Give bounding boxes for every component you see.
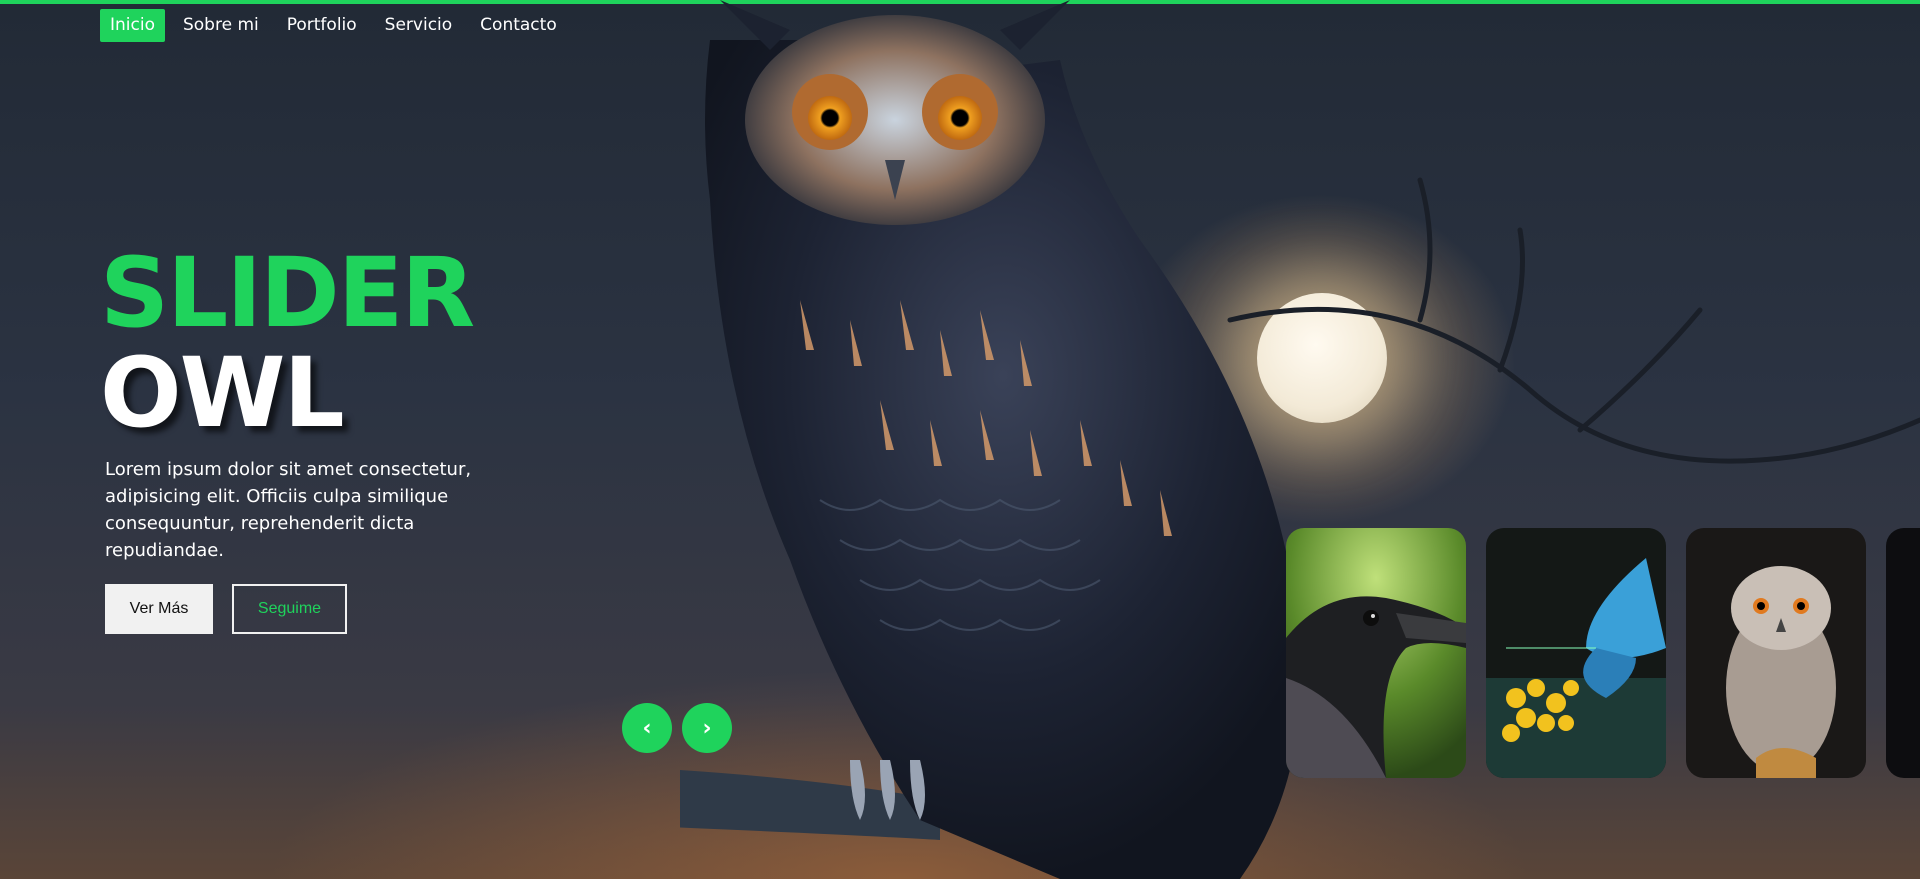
ver-mas-button[interactable]: Ver Más [105, 584, 213, 634]
seguime-button[interactable]: Seguime [232, 584, 347, 634]
hero-description: Lorem ipsum dolor sit amet consectetur, … [105, 459, 472, 561]
butterfly-image [1486, 528, 1666, 778]
thumbnail-butterfly[interactable] [1486, 528, 1666, 778]
nav-item-contacto[interactable]: Contacto [470, 9, 567, 42]
nav-item-portfolio[interactable]: Portfolio [277, 9, 367, 42]
nav-item-sobre-mi[interactable]: Sobre mi [173, 9, 269, 42]
owl-thumbnail-image [1686, 528, 1866, 778]
thumbnail-crow[interactable] [1286, 528, 1466, 778]
nav-item-servicio[interactable]: Servicio [375, 9, 463, 42]
chevron-left-icon: ‹ [642, 715, 652, 741]
hero-title-line1: SLIDER [100, 237, 475, 349]
slider-next-button[interactable]: › [682, 703, 732, 753]
thumbnail-owl[interactable] [1686, 528, 1866, 778]
hero-title-line2: OWL [100, 337, 345, 449]
slider-prev-button[interactable]: ‹ [622, 703, 672, 753]
main-nav: Inicio Sobre mi Portfolio Servicio Conta… [100, 9, 567, 42]
hero-slide: Inicio Sobre mi Portfolio Servicio Conta… [0, 0, 1920, 879]
nav-item-inicio[interactable]: Inicio [100, 9, 165, 42]
crow-image [1286, 528, 1466, 778]
chevron-right-icon: › [702, 715, 712, 741]
branches-image [1227, 177, 1920, 464]
thumbnail-partial[interactable] [1886, 528, 1920, 778]
